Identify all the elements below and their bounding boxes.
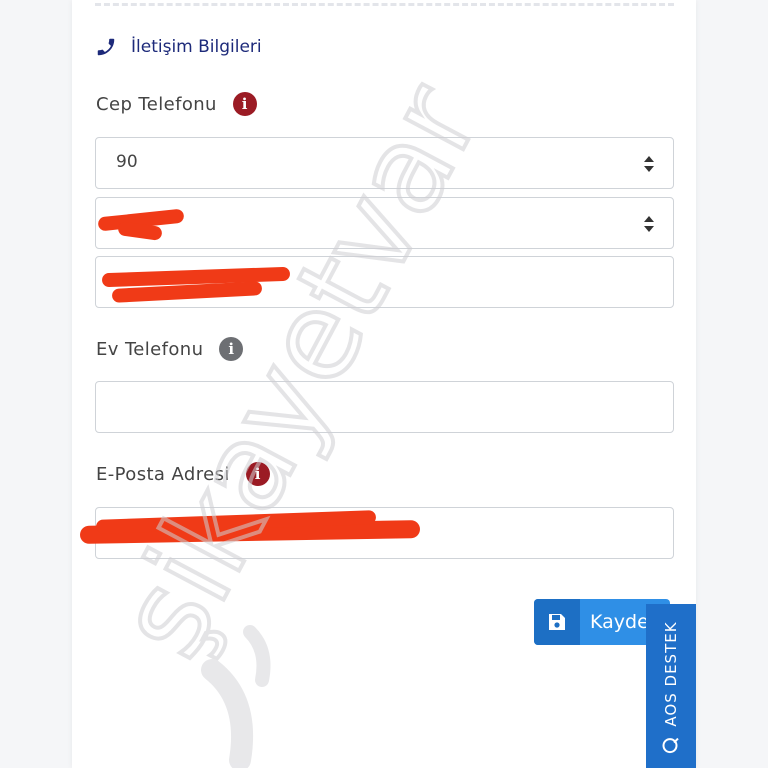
mobile-phone-label: Cep Telefonu (96, 93, 217, 115)
support-tab[interactable]: AOS DESTEK (646, 604, 696, 768)
section-title: İletişim Bilgileri (131, 37, 262, 57)
country-code-value: 90 (116, 152, 138, 172)
select-arrows-icon (644, 216, 654, 232)
support-tab-content: AOS DESTEK (662, 621, 680, 754)
email-label-row: E-Posta Adresi i (96, 462, 270, 486)
home-phone-label-row: Ev Telefonu i (96, 337, 244, 361)
home-phone-input[interactable] (95, 381, 674, 433)
operator-code-select[interactable] (95, 197, 674, 249)
info-icon[interactable]: i (219, 337, 244, 361)
select-arrows-icon (644, 156, 654, 172)
support-tab-label: AOS DESTEK (662, 621, 680, 727)
phone-icon (97, 38, 115, 56)
home-phone-label: Ev Telefonu (96, 338, 204, 360)
email-label: E-Posta Adresi (96, 463, 230, 485)
info-icon[interactable]: i (245, 462, 270, 486)
section-divider (95, 3, 674, 6)
country-code-select[interactable]: 90 (95, 137, 674, 189)
section-heading: İletişim Bilgileri (95, 34, 262, 60)
chat-bubble-icon (662, 737, 679, 754)
info-icon[interactable]: i (232, 92, 257, 116)
save-icon-wrap (534, 599, 580, 645)
mobile-phone-label-row: Cep Telefonu i (96, 92, 257, 116)
floppy-disk-icon (549, 614, 565, 630)
